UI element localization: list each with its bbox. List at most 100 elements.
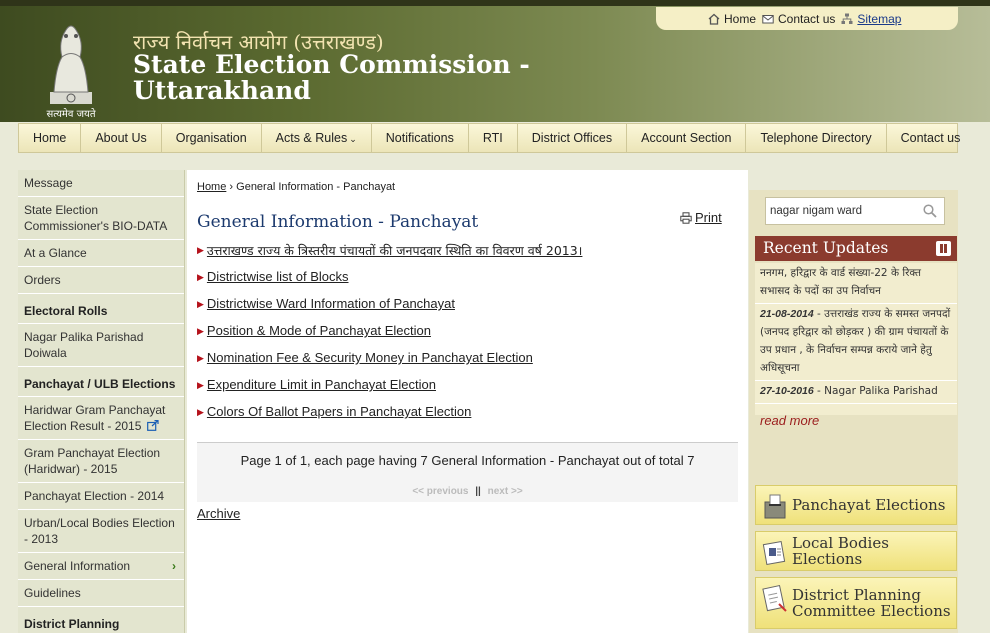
- box-label: District Planning Committee Elections: [792, 586, 951, 620]
- local-bodies-elections-button[interactable]: Local Bodies Elections: [755, 531, 957, 571]
- bullet-arrow-icon: ▶: [197, 380, 204, 390]
- sidebar-item-orders[interactable]: Orders: [18, 267, 184, 294]
- breadcrumb-current: General Information - Panchayat: [236, 181, 396, 193]
- info-link-position-mode[interactable]: Position & Mode of Panchayat Election: [207, 323, 431, 338]
- top-links-bar: Home Contact us Sitemap: [656, 7, 958, 30]
- list-item: ▶ Districtwise list of Blocks: [197, 269, 737, 296]
- search-input[interactable]: [766, 198, 916, 224]
- list-item: ▶ उत्तराखण्ड राज्य के त्रिस्तरीय पंचायतों…: [197, 242, 737, 269]
- sidebar-item-label: Haridwar Gram Panchayat Election Result …: [24, 403, 166, 433]
- nav-organisation[interactable]: Organisation: [162, 124, 262, 152]
- pagination-summary: Page 1 of 1, each page having 7 General …: [240, 453, 695, 468]
- archive-link[interactable]: Archive: [197, 506, 240, 521]
- box-label: Local Bodies Elections: [792, 534, 889, 568]
- nav-about-us[interactable]: About Us: [81, 124, 162, 152]
- printer-icon: [680, 211, 692, 224]
- sidebar-item-urban-local-bodies-2013[interactable]: Urban/Local Bodies Election - 2013: [18, 510, 184, 553]
- nav-rti[interactable]: RTI: [469, 124, 518, 152]
- info-link-ward-information[interactable]: Districtwise Ward Information of Panchay…: [207, 296, 455, 311]
- list-item[interactable]: 27-10-2016 - Nagar Palika Parishad: [755, 381, 957, 404]
- sidebar-item-gram-panchayat-haridwar-2015[interactable]: Gram Panchayat Election (Haridwar) - 201…: [18, 440, 184, 483]
- nav-home[interactable]: Home: [19, 124, 82, 152]
- sidebar-item-message[interactable]: Message: [18, 170, 184, 197]
- sidebar-item-guidelines[interactable]: Guidelines: [18, 580, 184, 607]
- sidebar-item-haridwar-result-2015[interactable]: Haridwar Gram Panchayat Election Result …: [18, 397, 184, 440]
- voter-id-icon: [762, 541, 786, 565]
- bullet-arrow-icon: ▶: [197, 245, 204, 255]
- print-button[interactable]: Print: [680, 210, 722, 225]
- print-label: Print: [695, 210, 722, 225]
- update-date: 27-10-2016: [760, 385, 814, 397]
- external-link-icon: [146, 420, 159, 431]
- site-header: सत्यमेव जयते राज्य निर्वाचन आयोग (उत्तरा…: [0, 0, 990, 122]
- pagination-next[interactable]: next >>: [488, 486, 523, 497]
- info-link-blocks[interactable]: Districtwise list of Blocks: [207, 269, 349, 284]
- sidebar-heading-district-planning[interactable]: District Planning: [18, 607, 184, 633]
- sidebar-item-at-a-glance[interactable]: At a Glance: [18, 240, 184, 267]
- pagination-separator: ||: [475, 486, 481, 497]
- nav-acts-rules[interactable]: Acts & Rules ⌄: [262, 124, 372, 152]
- nav-district-offices[interactable]: District Offices: [518, 124, 628, 152]
- nav-notifications[interactable]: Notifications: [372, 124, 469, 152]
- bullet-arrow-icon: ▶: [197, 272, 204, 282]
- sidebar-item-general-information[interactable]: General Information ›: [18, 553, 184, 580]
- top-home-label: Home: [724, 11, 757, 26]
- left-sidebar: Message State Election Commissioner's BI…: [18, 170, 185, 633]
- nav-acts-rules-label: Acts & Rules: [275, 131, 348, 145]
- pagination-previous[interactable]: << previous: [412, 486, 468, 497]
- list-item: ▶ Colors Of Ballot Papers in Panchayat El…: [197, 404, 737, 431]
- home-icon: [708, 13, 720, 25]
- search-box: [765, 197, 945, 225]
- chevron-right-icon: ›: [172, 559, 176, 573]
- site-title: State Election Commission - Uttarakhand: [133, 50, 530, 105]
- top-sitemap-label: Sitemap: [857, 11, 902, 26]
- bullet-arrow-icon: ▶: [197, 407, 204, 417]
- list-item[interactable]: 21-08-2014 - उत्तराखंड राज्य के समस्त जन…: [755, 304, 957, 381]
- recent-updates-header: Recent Updates: [755, 236, 957, 261]
- planning-document-icon: [762, 584, 787, 612]
- info-link-ballot-colors[interactable]: Colors Of Ballot Papers in Panchayat Ele…: [207, 404, 471, 419]
- nav-contact-us[interactable]: Contact us: [887, 124, 975, 152]
- bullet-arrow-icon: ▶: [197, 326, 204, 336]
- breadcrumb-home-link[interactable]: Home: [197, 181, 226, 193]
- top-contact-link[interactable]: Contact us: [762, 12, 835, 26]
- breadcrumb: Home › General Information - Panchayat: [197, 181, 395, 193]
- pause-icon[interactable]: [936, 241, 951, 256]
- list-item: ▶ Districtwise Ward Information of Pancha…: [197, 296, 737, 323]
- list-item[interactable]: ननगम, हरिद्वार के वार्ड संख्या-22 के रिक…: [755, 263, 957, 304]
- info-link-expenditure-limit[interactable]: Expenditure Limit in Panchayat Election: [207, 377, 436, 392]
- sidebar-item-panchayat-election-2014[interactable]: Panchayat Election - 2014: [18, 483, 184, 510]
- page-title: General Information - Panchayat: [197, 212, 479, 232]
- panchayat-elections-button[interactable]: Panchayat Elections: [755, 485, 957, 525]
- list-item: ▶ Nomination Fee & Security Money in Panc…: [197, 350, 737, 377]
- bullet-arrow-icon: ▶: [197, 299, 204, 309]
- nav-account-section[interactable]: Account Section: [627, 124, 747, 152]
- top-home-link[interactable]: Home: [708, 12, 756, 26]
- right-column: Recent Updates ननगम, हरिद्वार के वार्ड स…: [749, 190, 958, 633]
- info-link-nomination-fee[interactable]: Nomination Fee & Security Money in Panch…: [207, 350, 533, 365]
- recent-updates-ticker: ननगम, हरिद्वार के वार्ड संख्या-22 के रिक…: [755, 263, 957, 415]
- update-text: ननगम, हरिद्वार के वार्ड संख्या-22 के रिक…: [760, 267, 921, 297]
- main-nav: Home About Us Organisation Acts & Rules ⌄…: [18, 123, 960, 153]
- read-more-link[interactable]: read more: [760, 413, 819, 428]
- pagination-nav: << previous || next >>: [197, 486, 738, 497]
- ballot-box-icon: [764, 494, 786, 519]
- main-content: Home › General Information - Panchayat G…: [187, 170, 748, 633]
- info-link-district-status-2013[interactable]: उत्तराखण्ड राज्य के त्रिस्तरीय पंचायतों …: [207, 242, 583, 259]
- list-item: ▶ Position & Mode of Panchayat Election: [197, 323, 737, 350]
- top-sitemap-link[interactable]: Sitemap: [841, 12, 901, 26]
- nav-telephone-directory[interactable]: Telephone Directory: [746, 124, 887, 152]
- info-links-list: ▶ उत्तराखण्ड राज्य के त्रिस्तरीय पंचायतों…: [197, 242, 737, 431]
- sidebar-heading-electoral-rolls: Electoral Rolls: [18, 294, 184, 324]
- top-contact-label: Contact us: [778, 11, 836, 26]
- sidebar-item-nagar-palika-doiwala[interactable]: Nagar Palika Parishad Doiwala: [18, 324, 184, 367]
- list-item: ▶ Expenditure Limit in Panchayat Election: [197, 377, 737, 404]
- emblem-caption: सत्यमेव जयते: [46, 109, 96, 120]
- district-planning-committee-button[interactable]: District Planning Committee Elections: [755, 577, 957, 629]
- update-text: - Nagar Palika Parishad: [813, 385, 938, 397]
- chevron-down-icon: ⌄: [349, 134, 357, 144]
- sidebar-item-bio-data[interactable]: State Election Commissioner's BIO-DATA: [18, 197, 184, 240]
- sitemap-icon: [841, 13, 853, 24]
- sidebar-heading-panchayat-ulb: Panchayat / ULB Elections: [18, 367, 184, 397]
- search-icon[interactable]: [923, 204, 937, 218]
